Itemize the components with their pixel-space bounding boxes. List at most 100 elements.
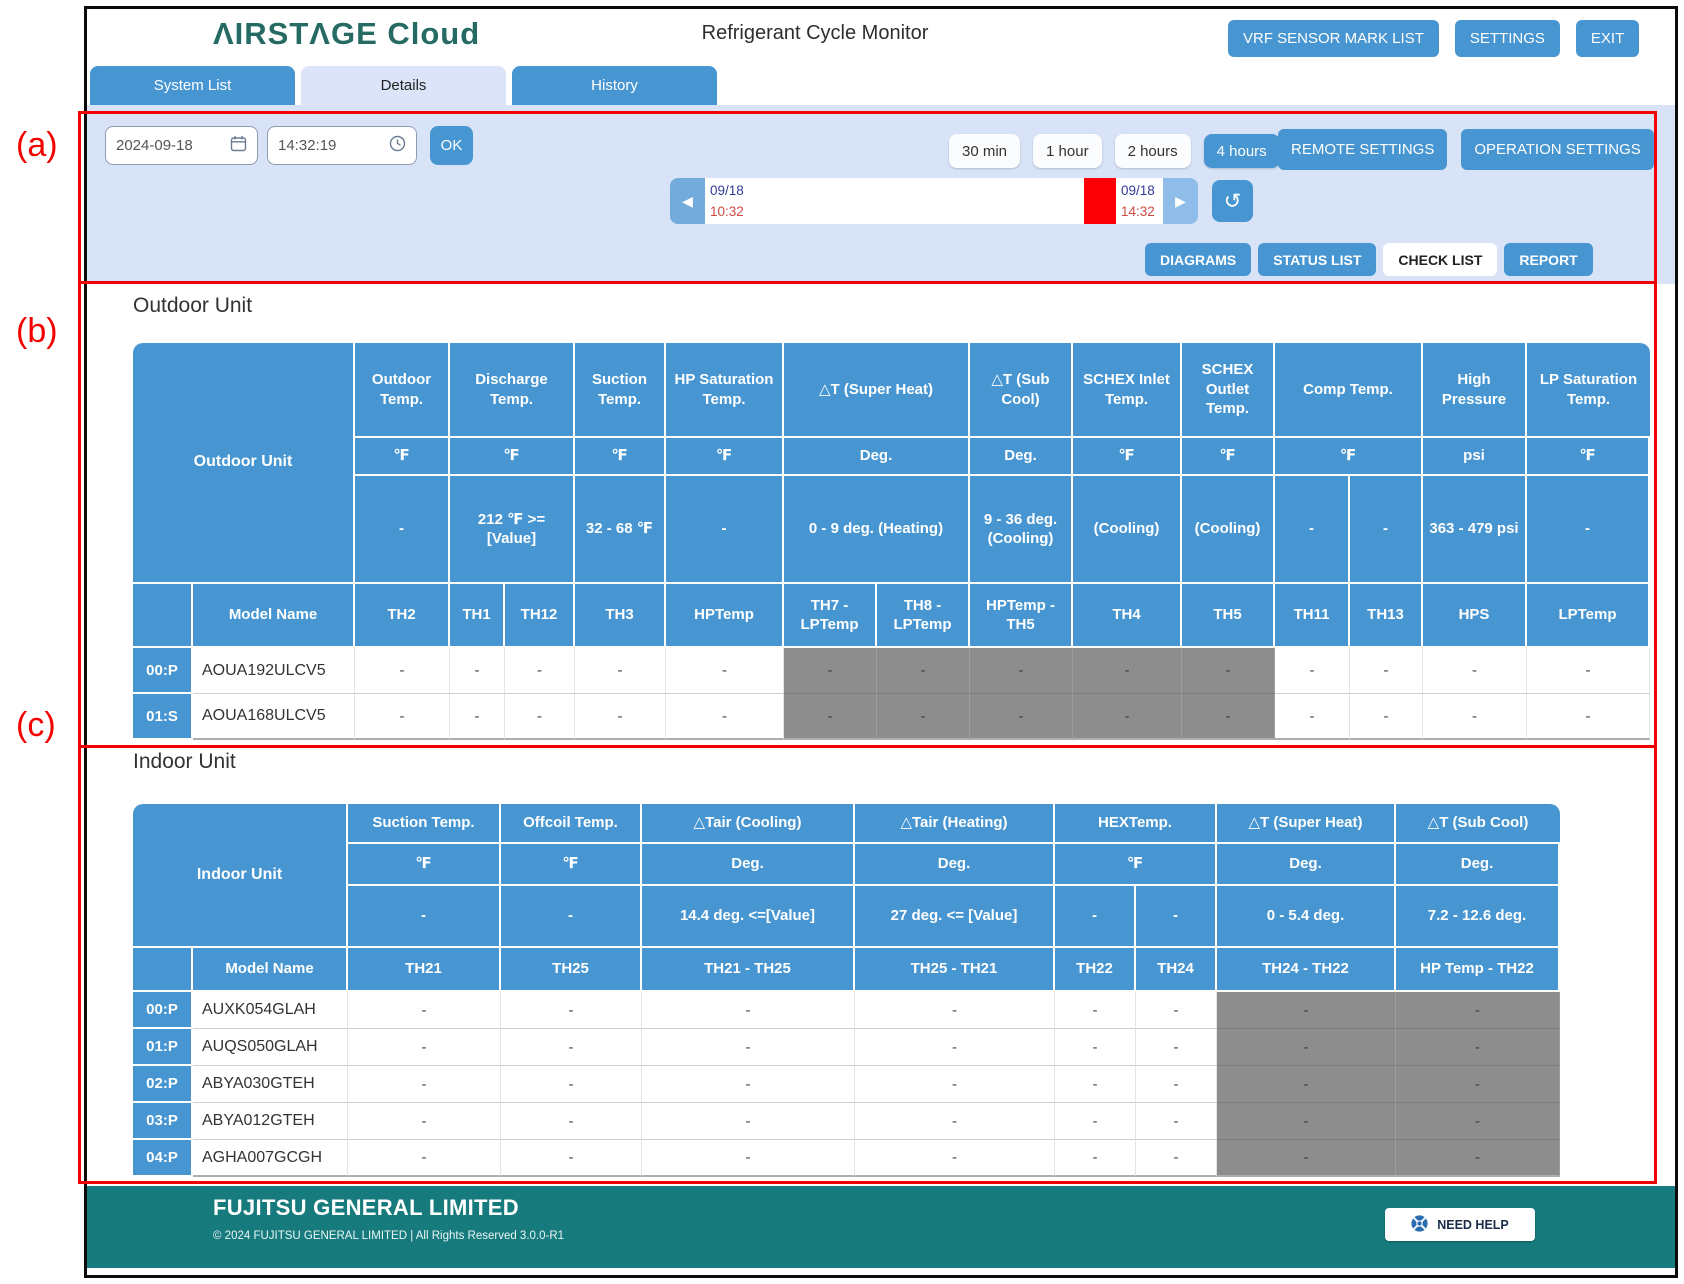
sensor-header-hptemp: HPTemp (666, 584, 784, 648)
value-cell: - (1136, 1103, 1217, 1140)
value-cell: - (1182, 694, 1275, 740)
sensor-header-lptemp: LPTemp (1527, 584, 1650, 648)
value-cell: - (348, 1103, 501, 1140)
range-cell: (Cooling) (1182, 476, 1275, 584)
value-cell: - (1073, 648, 1182, 694)
value-cell: - (1217, 1029, 1396, 1066)
value-cell: - (501, 1066, 642, 1103)
calendar-icon[interactable] (230, 135, 247, 156)
range-cell: - (348, 886, 501, 948)
value-cell: - (348, 992, 501, 1029)
value-cell: - (1396, 1103, 1560, 1140)
sensor-header-th2: TH2 (355, 584, 450, 648)
value-cell: - (855, 1140, 1055, 1177)
page-title: Refrigerant Cycle Monitor (702, 22, 929, 45)
ok-button[interactable]: OK (430, 126, 473, 165)
timeline-handle[interactable] (1084, 178, 1116, 224)
value-cell: - (642, 1029, 855, 1066)
range-2-hours-button[interactable]: 2 hours (1115, 134, 1191, 168)
help-wheel-icon (1411, 1215, 1428, 1235)
column-group-hp-saturation-temp: HP Saturation Temp. (666, 343, 784, 438)
value-cell: - (501, 1103, 642, 1140)
range-cell: 363 - 479 psi (1423, 476, 1527, 584)
column-group-outdoor-temp: Outdoor Temp. (355, 343, 450, 438)
indoor-section-title: Indoor Unit (133, 750, 236, 774)
column-group-suction-temp: Suction Temp. (348, 804, 501, 844)
settings-button[interactable]: SETTINGS (1455, 20, 1560, 57)
value-cell: - (970, 648, 1073, 694)
main-tabs: System ListDetailsHistory (90, 66, 717, 105)
value-cell: - (1396, 992, 1560, 1029)
range-cell: 0 - 9 deg. (Heating) (784, 476, 970, 584)
annotation-label-c: (c) (16, 706, 56, 745)
need-help-button[interactable]: NEED HELP (1385, 1208, 1535, 1241)
exit-button[interactable]: EXIT (1576, 20, 1639, 57)
column-group-tair-heating: △Tair (Heating) (855, 804, 1055, 844)
tab-history[interactable]: History (512, 66, 717, 105)
row-id-cell: 02:P (133, 1066, 193, 1103)
unit-cell: Deg. (642, 844, 855, 886)
value-cell: - (642, 1066, 855, 1103)
sensor-header-th24-th22: TH24 - TH22 (1217, 948, 1396, 992)
subtab-report[interactable]: REPORT (1504, 243, 1592, 276)
sensor-header-hptemp-th5: HPTemp - TH5 (970, 584, 1073, 648)
value-cell: - (855, 1103, 1055, 1140)
subtab-check-list[interactable]: CHECK LIST (1383, 243, 1497, 276)
value-cell: - (1136, 1029, 1217, 1066)
range-4-hours-button[interactable]: 4 hours (1204, 134, 1280, 168)
unit-cell: ℉ (501, 844, 642, 886)
model-cell: AGHA007GCGH (193, 1140, 348, 1177)
vrf-sensor-mark-list-button[interactable]: VRF SENSOR MARK LIST (1228, 20, 1439, 57)
range-cell: 27 deg. <= [Value] (855, 886, 1055, 948)
value-cell: - (1182, 648, 1275, 694)
value-cell: - (1055, 1103, 1136, 1140)
range-30-min-button[interactable]: 30 min (949, 134, 1020, 168)
value-cell: - (666, 694, 784, 740)
refresh-icon: ↺ (1224, 190, 1242, 213)
range-cell: 0 - 5.4 deg. (1217, 886, 1396, 948)
range-cell: 9 - 36 deg. (Cooling) (970, 476, 1073, 584)
range-1-hour-button[interactable]: 1 hour (1033, 134, 1102, 168)
subtab-status-list[interactable]: STATUS LIST (1258, 243, 1376, 276)
value-cell: - (642, 992, 855, 1029)
value-cell: - (1217, 1103, 1396, 1140)
unit-cell: ℉ (575, 438, 666, 476)
column-group-offcoil-temp: Offcoil Temp. (501, 804, 642, 844)
row-id-cell: 01:S (133, 694, 193, 740)
value-cell: - (1423, 648, 1527, 694)
remote-settings-button[interactable]: REMOTE SETTINGS (1278, 129, 1447, 170)
sensor-header-th13: TH13 (1350, 584, 1423, 648)
time-range-buttons: 30 min 1 hour 2 hours 4 hours (949, 134, 1280, 168)
clock-icon[interactable] (389, 135, 406, 156)
outdoor-section-title: Outdoor Unit (133, 294, 252, 318)
value-cell: - (970, 694, 1073, 740)
value-cell: - (348, 1066, 501, 1103)
value-cell: - (501, 992, 642, 1029)
unit-cell: ℉ (1527, 438, 1650, 476)
value-cell: - (1396, 1066, 1560, 1103)
value-cell: - (1217, 1066, 1396, 1103)
row-id-cell: 00:P (133, 648, 193, 694)
tab-details[interactable]: Details (301, 66, 506, 105)
tab-system-list[interactable]: System List (90, 66, 295, 105)
column-group-lp-saturation-temp: LP Saturation Temp. (1527, 343, 1650, 438)
value-cell: - (642, 1140, 855, 1177)
refresh-button[interactable]: ↺ (1212, 180, 1253, 222)
value-cell: - (1055, 1066, 1136, 1103)
timeline-forward-button[interactable]: ▶ (1163, 178, 1198, 224)
timeline-back-button[interactable]: ◀ (670, 178, 705, 224)
sensor-header-th21-th25: TH21 - TH25 (642, 948, 855, 992)
date-input[interactable]: 2024-09-18 (105, 126, 258, 165)
unit-cell: psi (1423, 438, 1527, 476)
airstage-cloud-logo: ΛIRSTΛGE Cloud (213, 16, 480, 52)
sensor-header-th5: TH5 (1182, 584, 1275, 648)
subtab-diagrams[interactable]: DIAGRAMS (1145, 243, 1251, 276)
sensor-header-th22: TH22 (1055, 948, 1136, 992)
value-cell: - (501, 1140, 642, 1177)
time-input[interactable]: 14:32:19 (267, 126, 417, 165)
column-group-t-sub-cool: △T (Sub Cool) (970, 343, 1073, 438)
operation-settings-button[interactable]: OPERATION SETTINGS (1461, 129, 1653, 170)
header-buttons: VRF SENSOR MARK LIST SETTINGS EXIT (1228, 20, 1639, 57)
range-cell: 14.4 deg. <=[Value] (642, 886, 855, 948)
column-group-schex-inlet-temp: SCHEX Inlet Temp. (1073, 343, 1182, 438)
